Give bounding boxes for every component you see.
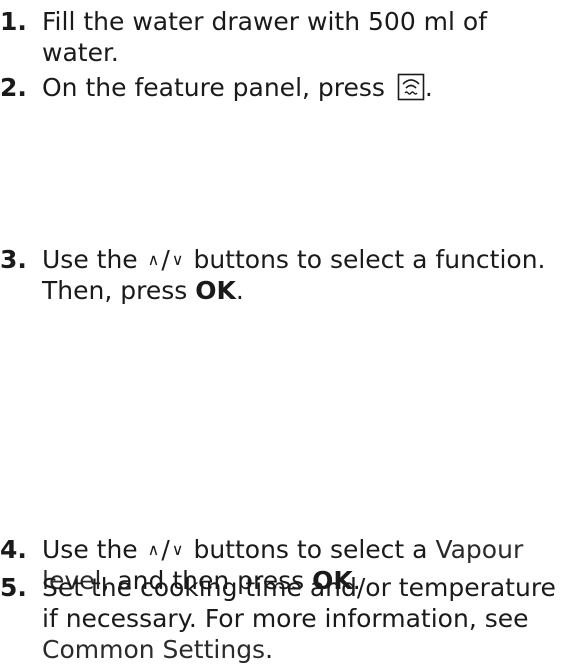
step-suffix: . bbox=[265, 635, 274, 664]
slash: / bbox=[161, 245, 170, 274]
step-text: Set the cooking time and/or temperature … bbox=[42, 573, 556, 633]
common-settings-link[interactable]: Common Settings bbox=[42, 635, 265, 664]
step-3: 3. Use the ∧/∨ buttons to select a funct… bbox=[0, 244, 556, 306]
step-number: 4. bbox=[0, 535, 27, 564]
step-number: 1. bbox=[0, 7, 27, 36]
step-text-a: Use the bbox=[42, 535, 138, 564]
step-text-b: buttons to select a bbox=[193, 535, 428, 564]
step-number: 2. bbox=[0, 73, 27, 102]
step-text: Fill the water drawer with 500 ml of wat… bbox=[42, 7, 488, 67]
steam-button-icon bbox=[397, 73, 425, 101]
down-arrow-icon: ∨ bbox=[171, 540, 184, 559]
up-arrow-icon: ∧ bbox=[147, 250, 160, 269]
step-text-container: On the feature panel, press . bbox=[42, 72, 556, 103]
step-suffix: . bbox=[424, 73, 433, 102]
step-suffix: . bbox=[235, 276, 244, 305]
step-2: 2. On the feature panel, press . bbox=[0, 72, 556, 103]
step-number: 5. bbox=[0, 573, 27, 602]
slash: / bbox=[161, 535, 170, 564]
step-number: 3. bbox=[0, 245, 27, 274]
up-arrow-icon: ∧ bbox=[147, 540, 160, 559]
step-text-container: Use the ∧/∨ buttons to select a function… bbox=[42, 244, 556, 306]
down-arrow-icon: ∨ bbox=[171, 250, 184, 269]
step-5: 5. Set the cooking time and/or temperatu… bbox=[0, 572, 556, 665]
step-text-container: Set the cooking time and/or temperature … bbox=[42, 572, 556, 665]
ok-button-label: OK bbox=[195, 276, 236, 305]
step-text: On the feature panel, press bbox=[42, 73, 385, 102]
step-text-a: Use the bbox=[42, 245, 138, 274]
step-1: 1. Fill the water drawer with 500 ml of … bbox=[0, 6, 556, 68]
